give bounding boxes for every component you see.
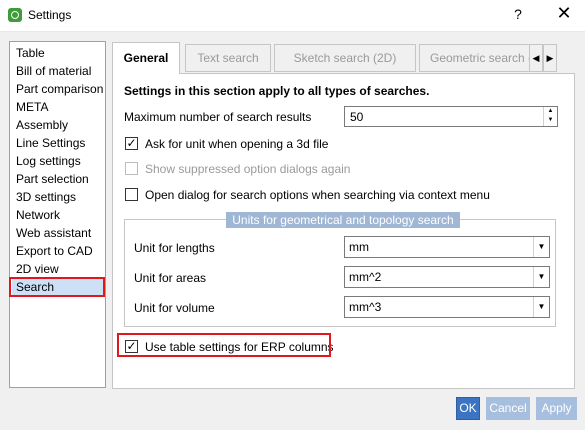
- help-button[interactable]: ?: [508, 6, 528, 22]
- tab-general[interactable]: General: [112, 42, 180, 74]
- sidebar-item-assembly[interactable]: Assembly: [12, 116, 103, 134]
- tab-bar: General Text search Sketch search (2D) G…: [112, 42, 582, 74]
- show-suppressed-checkbox: [125, 162, 138, 175]
- spin-up-icon[interactable]: ▲: [544, 107, 557, 116]
- title-bar: Settings ? ✕: [0, 0, 585, 32]
- tab-text-search[interactable]: Text search: [185, 44, 271, 72]
- sidebar-item-meta[interactable]: META: [12, 98, 103, 116]
- settings-category-list[interactable]: Table Bill of material Part comparison M…: [9, 41, 106, 388]
- highlight-box-erp: [117, 333, 331, 357]
- spin-down-icon[interactable]: ▼: [544, 116, 557, 125]
- max-results-label: Maximum number of search results: [124, 110, 312, 124]
- close-icon[interactable]: ✕: [552, 3, 576, 24]
- show-suppressed-label: Show suppressed option dialogs again: [145, 162, 351, 176]
- sidebar-item-line-settings[interactable]: Line Settings: [12, 134, 103, 152]
- open-dialog-label[interactable]: Open dialog for search options when sear…: [145, 188, 490, 202]
- chevron-down-icon[interactable]: ▼: [533, 297, 549, 317]
- unit-volume-combo[interactable]: mm^3 ▼: [344, 296, 550, 318]
- unit-volume-label: Unit for volume: [134, 301, 215, 315]
- checkmark-icon: ✓: [126, 136, 137, 150]
- spin-arrows[interactable]: ▲ ▼: [543, 107, 557, 126]
- section-heading: Settings in this section apply to all ty…: [124, 84, 430, 98]
- highlight-box-search: [9, 277, 105, 297]
- sidebar-item-2d-view[interactable]: 2D view: [12, 260, 103, 278]
- sidebar-item-web-assistant[interactable]: Web assistant: [12, 224, 103, 242]
- open-dialog-checkbox[interactable]: [125, 188, 138, 201]
- ask-unit-checkbox[interactable]: ✓: [125, 136, 138, 150]
- max-results-value[interactable]: 50: [350, 110, 363, 124]
- sidebar-item-table[interactable]: Table: [12, 44, 103, 62]
- cancel-button[interactable]: Cancel: [486, 397, 530, 420]
- window-title: Settings: [28, 8, 72, 22]
- tab-scroll-right-icon[interactable]: ▶: [543, 44, 557, 72]
- chevron-down-icon[interactable]: ▼: [533, 267, 549, 287]
- unit-volume-value: mm^3: [349, 300, 382, 314]
- ok-button[interactable]: OK: [456, 397, 480, 420]
- unit-areas-label: Unit for areas: [134, 271, 207, 285]
- tab-sketch-search[interactable]: Sketch search (2D): [274, 44, 416, 72]
- tab-scroll-left-icon[interactable]: ◀: [529, 44, 543, 72]
- unit-areas-value: mm^2: [349, 270, 382, 284]
- ask-unit-label[interactable]: Ask for unit when opening a 3d file: [145, 137, 328, 151]
- sidebar-item-export-to-cad[interactable]: Export to CAD: [12, 242, 103, 260]
- unit-lengths-value: mm: [349, 240, 369, 254]
- tab-geometric-search[interactable]: Geometric search (: [419, 44, 543, 72]
- max-results-spinbox[interactable]: 50 ▲ ▼: [344, 106, 558, 127]
- sidebar-item-part-comparison[interactable]: Part comparison: [12, 80, 103, 98]
- chevron-down-icon[interactable]: ▼: [533, 237, 549, 257]
- app-icon: [8, 8, 22, 22]
- sidebar-item-log-settings[interactable]: Log settings: [12, 152, 103, 170]
- unit-lengths-label: Unit for lengths: [134, 241, 215, 255]
- sidebar-item-network[interactable]: Network: [12, 206, 103, 224]
- unit-lengths-combo[interactable]: mm ▼: [344, 236, 550, 258]
- unit-areas-combo[interactable]: mm^2 ▼: [344, 266, 550, 288]
- sidebar-item-3d-settings[interactable]: 3D settings: [12, 188, 103, 206]
- sidebar-item-bill-of-material[interactable]: Bill of material: [12, 62, 103, 80]
- apply-button[interactable]: Apply: [536, 397, 577, 420]
- sidebar-item-part-selection[interactable]: Part selection: [12, 170, 103, 188]
- units-group-title: Units for geometrical and topology searc…: [226, 212, 460, 228]
